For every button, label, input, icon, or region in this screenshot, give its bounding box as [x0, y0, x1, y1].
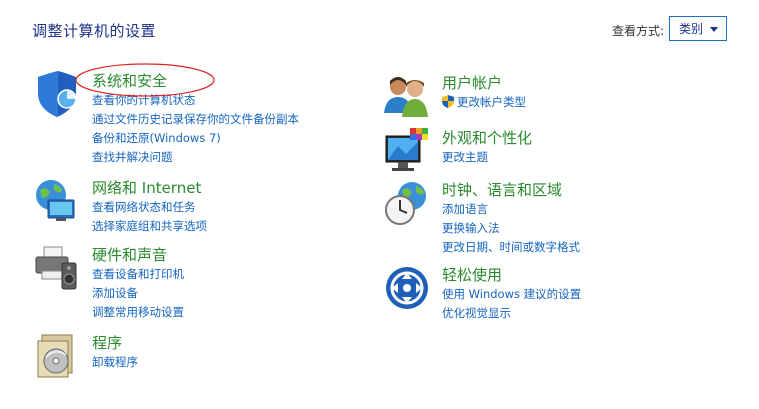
- link-change-account-type-label: 更改帐户类型: [457, 95, 526, 109]
- link-file-history-backup[interactable]: 通过文件历史记录保存你的文件备份副本: [92, 110, 352, 129]
- link-homegroup-sharing[interactable]: 选择家庭组和共享选项: [92, 217, 352, 236]
- link-troubleshoot[interactable]: 查找并解决问题: [92, 148, 352, 167]
- link-network-status[interactable]: 查看网络状态和任务: [92, 198, 352, 217]
- link-uninstall-program[interactable]: 卸载程序: [92, 353, 352, 372]
- link-backup-restore-win7[interactable]: 备份和还原(Windows 7): [92, 129, 352, 148]
- link-add-language[interactable]: 添加语言: [442, 200, 702, 219]
- category-title-user-accounts[interactable]: 用户帐户: [442, 73, 702, 93]
- printer-speaker-icon: [35, 246, 77, 290]
- programs-disc-icon: [37, 334, 73, 378]
- uac-shield-icon: [442, 95, 454, 108]
- page-title: 调整计算机的设置: [32, 22, 157, 40]
- category-title-clock-language-region[interactable]: 时钟、语言和区域: [442, 180, 702, 200]
- shield-pie-icon: [38, 71, 77, 117]
- link-change-input-method[interactable]: 更换输入法: [442, 219, 702, 238]
- category-title-ease-of-access[interactable]: 轻松使用: [442, 265, 702, 285]
- monitor-palette-icon: [385, 128, 428, 171]
- link-devices-printers[interactable]: 查看设备和打印机: [92, 265, 352, 284]
- link-change-theme[interactable]: 更改主题: [442, 148, 702, 167]
- link-mobility-settings[interactable]: 调整常用移动设置: [92, 303, 352, 322]
- category-title-appearance[interactable]: 外观和个性化: [442, 128, 702, 148]
- link-change-account-type[interactable]: 更改帐户类型: [442, 93, 702, 112]
- category-title-system-security[interactable]: 系统和安全: [92, 71, 352, 91]
- link-optimize-visual-display[interactable]: 优化视觉显示: [442, 304, 702, 323]
- category-title-hardware-sound[interactable]: 硬件和声音: [92, 245, 352, 265]
- link-windows-recommended-settings[interactable]: 使用 Windows 建议的设置: [442, 285, 702, 304]
- view-by-label: 查看方式:: [612, 24, 665, 38]
- category-title-programs[interactable]: 程序: [92, 333, 352, 353]
- link-add-device[interactable]: 添加设备: [92, 284, 352, 303]
- link-view-computer-status[interactable]: 查看你的计算机状态: [92, 91, 352, 110]
- ease-of-access-icon: [386, 267, 428, 309]
- users-icon: [384, 77, 428, 117]
- link-change-date-time-format[interactable]: 更改日期、时间或数字格式: [442, 238, 702, 257]
- chevron-down-icon: [710, 27, 718, 32]
- category-title-network-internet[interactable]: 网络和 Internet: [92, 178, 352, 198]
- globe-network-icon: [36, 180, 75, 221]
- view-by-dropdown[interactable]: 类别: [669, 16, 727, 41]
- clock-globe-icon: [385, 182, 426, 225]
- view-by-value: 类别: [679, 22, 704, 36]
